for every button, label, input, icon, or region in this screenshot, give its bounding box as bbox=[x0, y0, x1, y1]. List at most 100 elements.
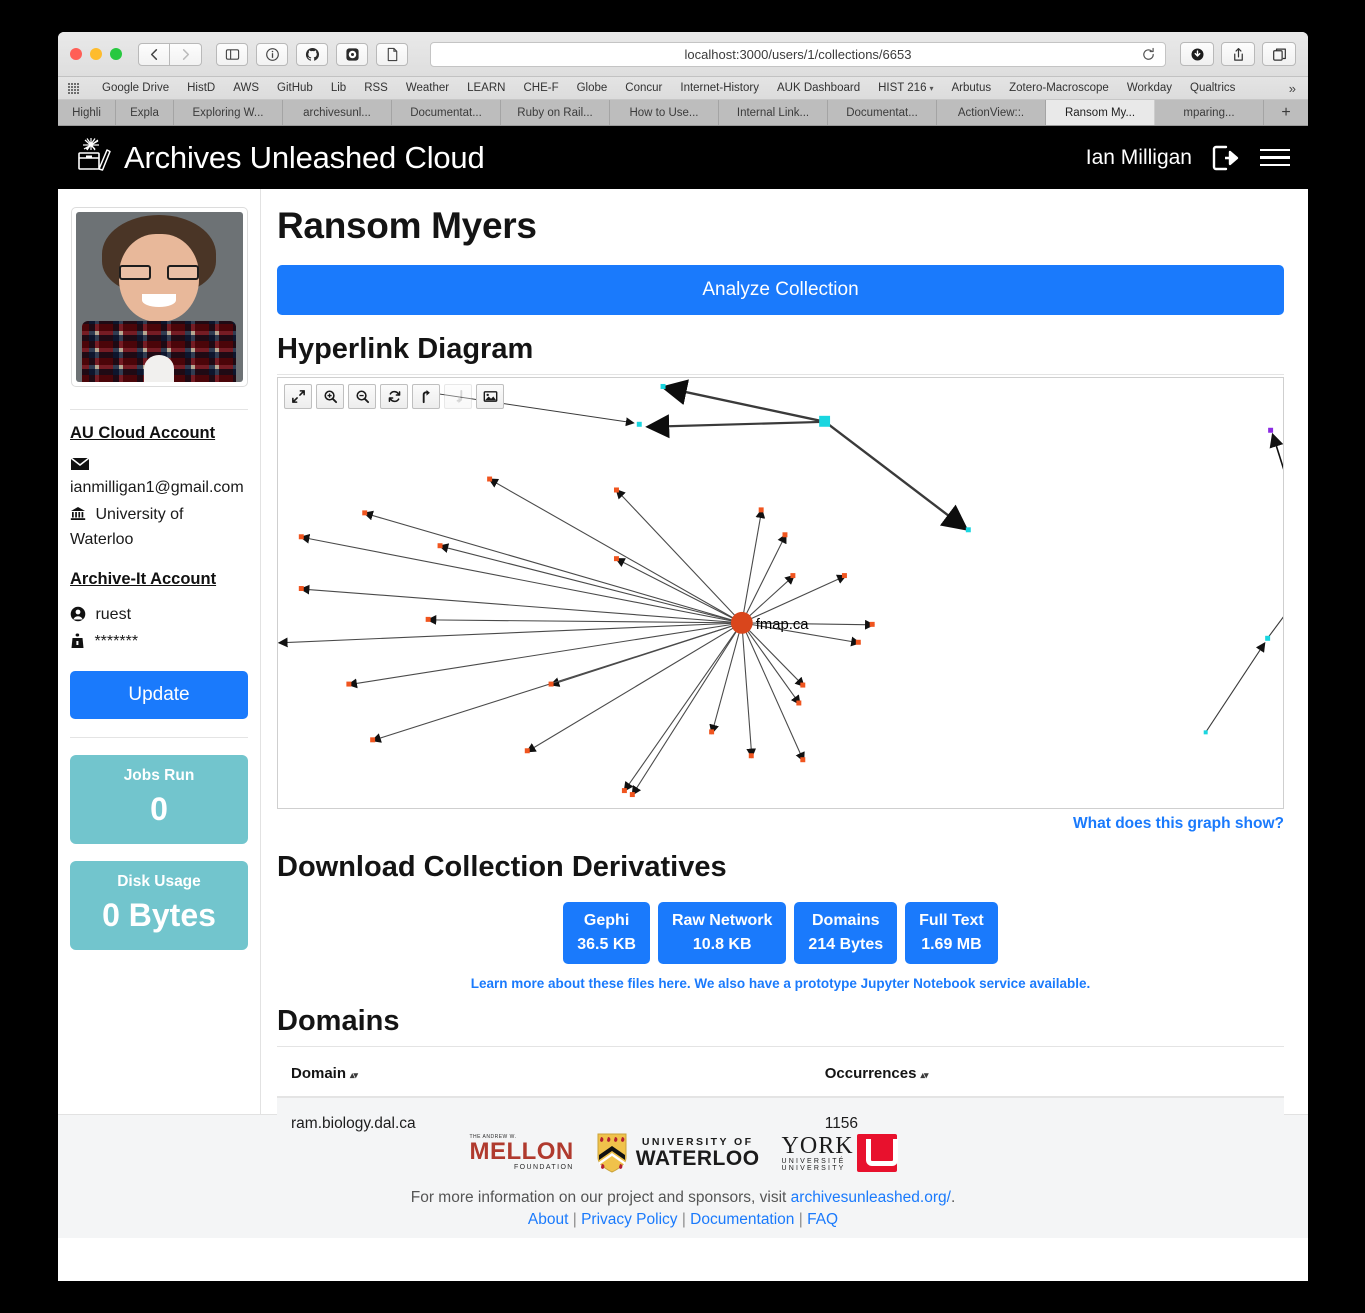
sort-toggle-icon[interactable]: ▴▾ bbox=[920, 1070, 928, 1080]
header-right: Ian Milligan bbox=[1086, 144, 1290, 172]
maximize-window-button[interactable] bbox=[110, 48, 122, 60]
bookmark-qualtrics[interactable]: Qualtrics bbox=[1181, 82, 1244, 94]
graph-help-link[interactable]: What does this graph show? bbox=[1073, 815, 1284, 832]
nav-buttons bbox=[138, 42, 202, 66]
bookmark-zotero-macroscope[interactable]: Zotero-Macroscope bbox=[1000, 82, 1118, 94]
derivative-size: 10.8 KB bbox=[692, 936, 752, 953]
fullscreen-icon[interactable] bbox=[284, 384, 312, 409]
sidebar-toggle-button[interactable] bbox=[216, 42, 248, 66]
zoom-in-icon[interactable] bbox=[316, 384, 344, 409]
derivative-name: Full Text bbox=[919, 912, 984, 929]
reader-info-button[interactable] bbox=[256, 42, 288, 66]
github-extension-button[interactable] bbox=[296, 42, 328, 66]
derivative-gephi[interactable]: Gephi 36.5 KB bbox=[563, 902, 650, 964]
back-button[interactable] bbox=[138, 42, 170, 66]
bookmark-arbutus[interactable]: Arbutus bbox=[942, 82, 1000, 94]
tab-ruby-on-rail[interactable]: Ruby on Rail... bbox=[501, 100, 610, 125]
minimize-window-button[interactable] bbox=[90, 48, 102, 60]
tab-overview-button[interactable] bbox=[1262, 42, 1296, 66]
bookmark-label: Internet-History bbox=[680, 82, 759, 94]
bookmark-github[interactable]: GitHub bbox=[268, 82, 322, 94]
york-line3: UNIVERSITY bbox=[781, 1165, 846, 1172]
update-button[interactable]: Update bbox=[70, 670, 248, 719]
bookmark-internet-history[interactable]: Internet-History bbox=[671, 82, 768, 94]
browser-toolbar: localhost:3000/users/1/collections/6653 bbox=[58, 32, 1308, 77]
browser-window: localhost:3000/users/1/collections/6653 … bbox=[58, 32, 1308, 1281]
analyze-collection-button[interactable]: Analyze Collection bbox=[277, 265, 1284, 315]
brand[interactable]: Archives Unleashed Cloud bbox=[74, 135, 485, 180]
bookmark-label: Google Drive bbox=[102, 82, 170, 94]
tab-expla[interactable]: Expla bbox=[116, 100, 174, 125]
bookmark-histd[interactable]: HistD bbox=[178, 82, 224, 94]
column-header-occurrences[interactable]: Occurrences ▴▾ bbox=[810, 1051, 1284, 1098]
bookmark-google-drive[interactable]: Google Drive bbox=[93, 82, 178, 94]
extension-circle-button[interactable] bbox=[336, 42, 368, 66]
bookmark-concur[interactable]: Concur bbox=[616, 82, 671, 94]
close-window-button[interactable] bbox=[70, 48, 82, 60]
bookmark-lib[interactable]: Lib bbox=[322, 82, 355, 94]
username-row: ruest bbox=[70, 603, 248, 628]
derivative-full-text[interactable]: Full Text 1.69 MB bbox=[905, 902, 998, 964]
bookmark-learn[interactable]: LEARN bbox=[458, 82, 514, 94]
tab-archivesunl[interactable]: archivesunl... bbox=[283, 100, 392, 125]
footer-link-privacy-policy[interactable]: Privacy Policy bbox=[581, 1211, 677, 1228]
tab-actionview[interactable]: ActionView::. bbox=[937, 100, 1046, 125]
sort-toggle-icon[interactable]: ▴▾ bbox=[350, 1070, 358, 1080]
tab-documentat-2[interactable]: Documentat... bbox=[828, 100, 937, 125]
tab-strip: Highli Expla Exploring W... archivesunl.… bbox=[58, 100, 1308, 126]
refresh-icon[interactable] bbox=[380, 384, 408, 409]
bookmark-aws[interactable]: AWS bbox=[224, 82, 268, 94]
forward-button[interactable] bbox=[170, 42, 202, 66]
footer-link-about[interactable]: About bbox=[528, 1211, 569, 1228]
bookmark-label: Globe bbox=[576, 82, 608, 94]
bookmark-workday[interactable]: Workday bbox=[1118, 82, 1181, 94]
reload-icon[interactable] bbox=[1141, 47, 1156, 62]
bookmark-rss[interactable]: RSS bbox=[355, 82, 397, 94]
derivative-raw-network[interactable]: Raw Network 10.8 KB bbox=[657, 902, 787, 964]
bookmark-weather[interactable]: Weather bbox=[397, 82, 458, 94]
avatar-photo bbox=[75, 212, 243, 382]
footer-link-documentation[interactable]: Documentation bbox=[690, 1211, 794, 1228]
mellon-wordmark: MELLON bbox=[469, 1140, 573, 1164]
derivatives-note[interactable]: Learn more about these files here. We al… bbox=[277, 976, 1284, 991]
derivative-name: Gephi bbox=[583, 912, 630, 929]
downloads-button[interactable] bbox=[1180, 42, 1214, 66]
page-extension-button[interactable] bbox=[376, 42, 408, 66]
arrow-down-icon[interactable] bbox=[444, 384, 472, 409]
footer-link-sep: | bbox=[677, 1211, 691, 1228]
bookmark-auk-dashboard[interactable]: AUK Dashboard bbox=[768, 82, 869, 94]
tab-ransom-my[interactable]: Ransom My... bbox=[1046, 100, 1155, 125]
bookmark-label: LEARN bbox=[467, 82, 506, 94]
tab-comparing[interactable]: mparing... bbox=[1155, 100, 1264, 125]
image-export-icon[interactable] bbox=[476, 384, 504, 409]
tab-highli[interactable]: Highli bbox=[58, 100, 116, 125]
main-content: Ransom Myers Analyze Collection Hyperlin… bbox=[261, 189, 1308, 1150]
derivative-name: Raw Network bbox=[671, 912, 773, 929]
archivesunleashed-link[interactable]: archivesunleashed.org/ bbox=[791, 1189, 951, 1206]
bookmarks-bar: Google Drive HistD AWS GitHub Lib RSS We… bbox=[58, 77, 1308, 100]
footer-link-faq[interactable]: FAQ bbox=[807, 1211, 838, 1228]
bookmark-globe[interactable]: Globe bbox=[568, 82, 617, 94]
bookmark-hist-216[interactable]: HIST 216 ▾ bbox=[869, 82, 942, 94]
tab-how-to-use[interactable]: How to Use... bbox=[610, 100, 719, 125]
hyperlink-graph[interactable]: fmap.ca bbox=[277, 377, 1284, 809]
zoom-out-icon[interactable] bbox=[348, 384, 376, 409]
bookmarks-overflow-button[interactable]: » bbox=[1289, 81, 1298, 96]
share-button[interactable] bbox=[1221, 42, 1255, 66]
address-bar[interactable]: localhost:3000/users/1/collections/6653 bbox=[430, 41, 1166, 67]
hub-node bbox=[730, 611, 753, 634]
archive-it-account-heading: Archive-It Account bbox=[70, 570, 217, 589]
tab-internal-link[interactable]: Internal Link... bbox=[719, 100, 828, 125]
column-header-domain[interactable]: Domain ▴▾ bbox=[277, 1051, 811, 1098]
new-tab-button[interactable]: + bbox=[1264, 100, 1308, 125]
bookmark-che-f[interactable]: CHE-F bbox=[514, 82, 567, 94]
apps-grid-icon[interactable] bbox=[68, 82, 79, 94]
logout-icon[interactable] bbox=[1212, 145, 1240, 171]
mellon-rest: ELLON bbox=[489, 1138, 574, 1165]
key-icon bbox=[70, 633, 89, 650]
tab-documentat-1[interactable]: Documentat... bbox=[392, 100, 501, 125]
tab-exploring-w[interactable]: Exploring W... bbox=[174, 100, 283, 125]
hamburger-menu-icon[interactable] bbox=[1260, 144, 1290, 172]
arrow-up-icon[interactable] bbox=[412, 384, 440, 409]
derivative-domains[interactable]: Domains 214 Bytes bbox=[794, 902, 898, 964]
